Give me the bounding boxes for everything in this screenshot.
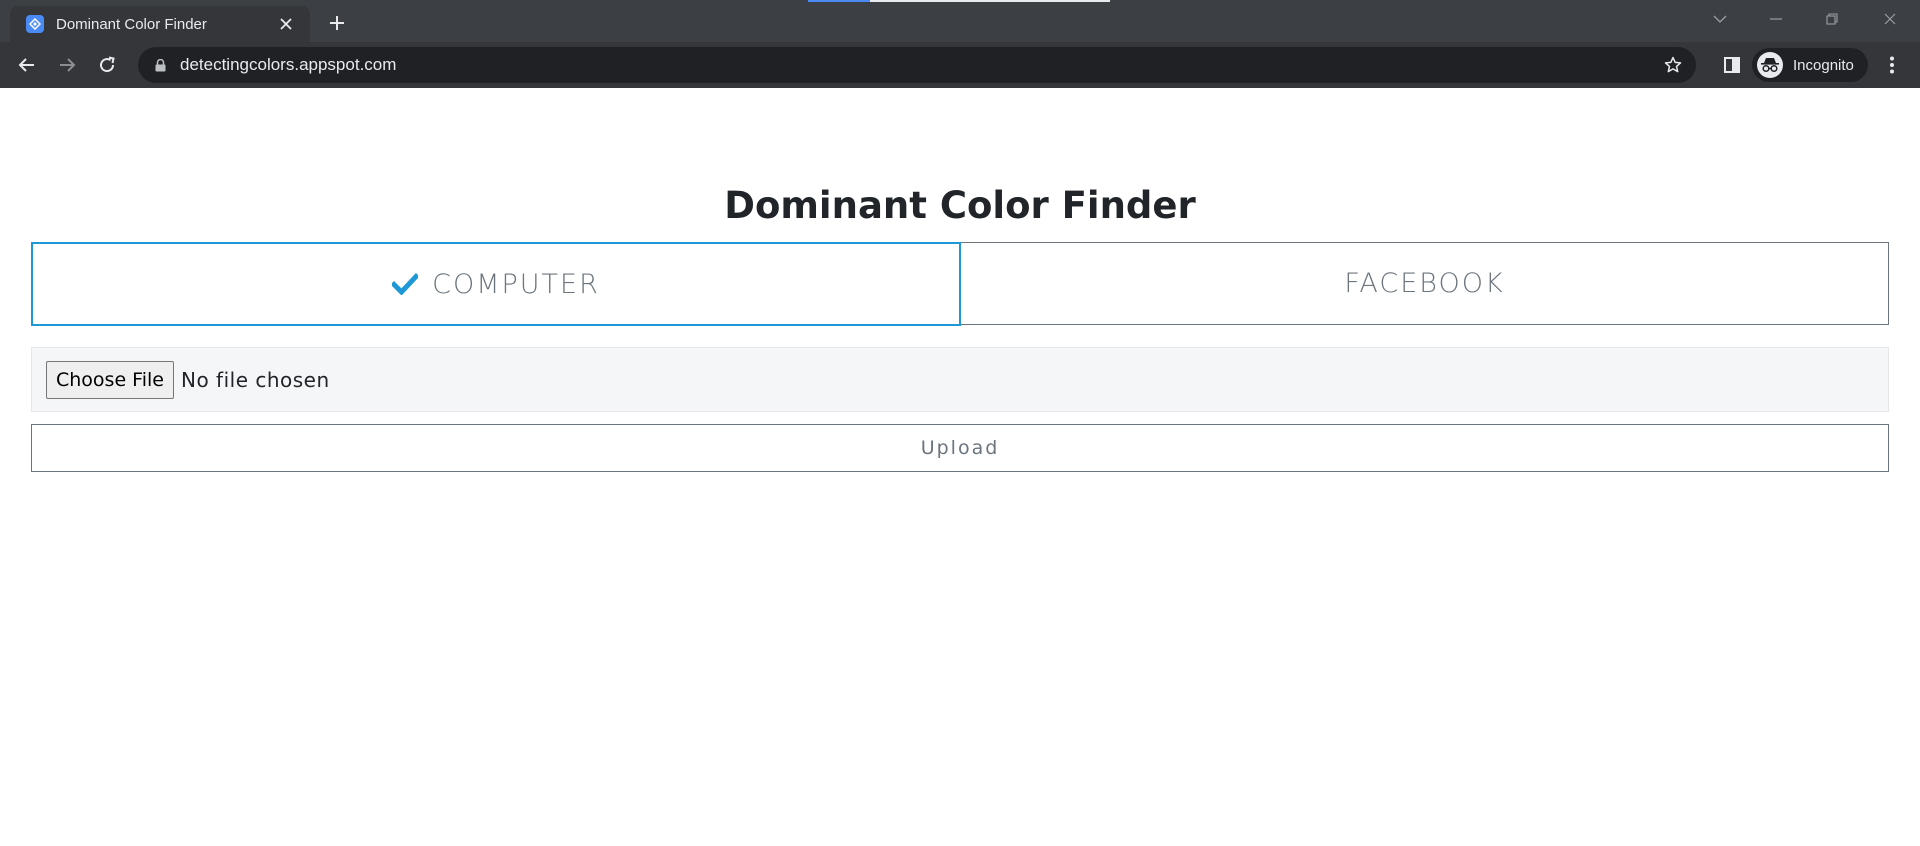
tab-facebook[interactable]: FACEBOOK (961, 242, 1889, 325)
incognito-icon (1757, 52, 1783, 78)
tab-computer-label: COMPUTER (432, 268, 600, 300)
browser-tab-title: Dominant Color Finder (56, 15, 207, 33)
new-tab-button[interactable] (322, 8, 352, 38)
loading-indicator-track (870, 0, 1110, 2)
address-bar[interactable]: detectingcolors.appspot.com (138, 47, 1696, 83)
back-button[interactable] (11, 49, 43, 81)
reload-button[interactable] (91, 49, 123, 81)
minimize-icon[interactable] (1750, 0, 1802, 38)
site-favicon-icon (26, 15, 44, 33)
file-input-field: Choose File No file chosen (31, 347, 1889, 412)
side-panel-icon[interactable] (1716, 49, 1748, 81)
restore-icon[interactable] (1806, 0, 1858, 38)
upload-button[interactable]: Upload (31, 424, 1889, 472)
tab-facebook-label: FACEBOOK (1344, 268, 1505, 299)
close-tab-icon[interactable] (274, 12, 298, 36)
lock-icon[interactable] (152, 57, 168, 73)
tab-strip: Dominant Color Finder (0, 0, 1920, 42)
incognito-profile-button[interactable]: Incognito (1752, 48, 1868, 82)
profile-label: Incognito (1793, 56, 1854, 74)
source-tabs: COMPUTER FACEBOOK (31, 242, 1889, 326)
close-window-icon[interactable] (1864, 0, 1916, 38)
check-icon (392, 273, 419, 295)
choose-file-button[interactable]: Choose File (46, 360, 174, 399)
browser-tab[interactable]: Dominant Color Finder (10, 6, 310, 42)
url-text[interactable]: detectingcolors.appspot.com (180, 55, 1662, 75)
file-status-text: No file chosen (180, 367, 330, 392)
browser-toolbar: detectingcolors.appspot.com Incognito (0, 42, 1920, 88)
bookmark-star-icon[interactable] (1662, 54, 1684, 76)
tab-computer[interactable]: COMPUTER (31, 242, 961, 326)
page-title: Dominant Color Finder (724, 184, 1196, 227)
browser-menu-icon[interactable] (1876, 49, 1908, 81)
loading-indicator (808, 0, 870, 2)
tab-search-icon[interactable] (1694, 0, 1746, 38)
forward-button[interactable] (51, 49, 83, 81)
page-content: Dominant Color Finder COMPUTER FACEBOOK … (0, 88, 1920, 846)
